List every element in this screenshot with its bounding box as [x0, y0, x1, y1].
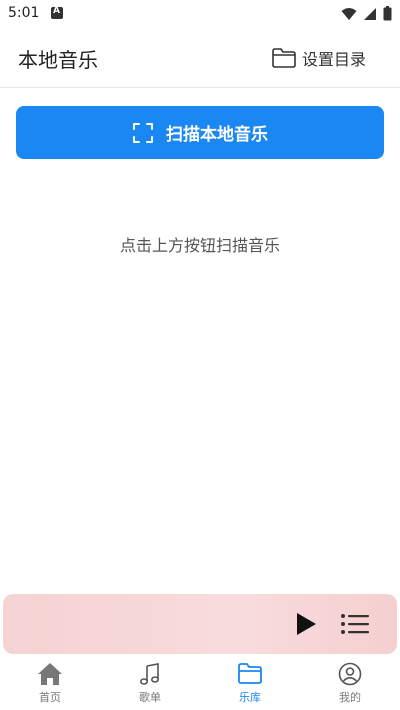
nav-label-playlist: 歌单 — [139, 691, 161, 704]
set-directory-button[interactable]: 设置目录 — [271, 46, 366, 70]
nav-item-playlist[interactable]: 歌单 — [100, 656, 200, 710]
folder-icon — [272, 48, 296, 68]
app-notification-icon — [51, 6, 63, 19]
nav-label-profile: 我的 — [339, 691, 361, 704]
mini-player[interactable] — [3, 594, 397, 654]
play-icon[interactable] — [293, 611, 319, 637]
scan-local-music-button[interactable]: 扫描本地音乐 — [16, 106, 384, 159]
battery-icon — [383, 6, 392, 21]
music-note-icon — [139, 663, 160, 685]
status-bar: 5:01 — [0, 0, 400, 28]
folder-icon — [238, 663, 262, 684]
nav-item-library[interactable]: 乐库 — [200, 656, 300, 710]
status-time: 5:01 — [8, 5, 40, 21]
nav-label-library: 乐库 — [239, 691, 261, 704]
wifi-icon — [341, 7, 357, 20]
scan-icon — [133, 122, 153, 143]
scan-button-label: 扫描本地音乐 — [166, 125, 268, 145]
nav-label-home: 首页 — [39, 691, 61, 704]
playlist-icon[interactable] — [340, 612, 370, 636]
home-icon — [38, 663, 62, 685]
page-title: 本地音乐 — [18, 48, 98, 72]
profile-icon — [338, 662, 362, 686]
status-icons — [341, 6, 392, 21]
bottom-navigation: 首页 歌单 乐库 我的 — [0, 656, 400, 710]
nav-item-home[interactable]: 首页 — [0, 656, 100, 710]
signal-icon — [364, 7, 376, 20]
app-bar: 本地音乐 设置目录 — [0, 28, 400, 88]
nav-item-profile[interactable]: 我的 — [300, 656, 400, 710]
empty-state-hint: 点击上方按钮扫描音乐 — [119, 236, 280, 255]
set-directory-label: 设置目录 — [301, 50, 366, 69]
